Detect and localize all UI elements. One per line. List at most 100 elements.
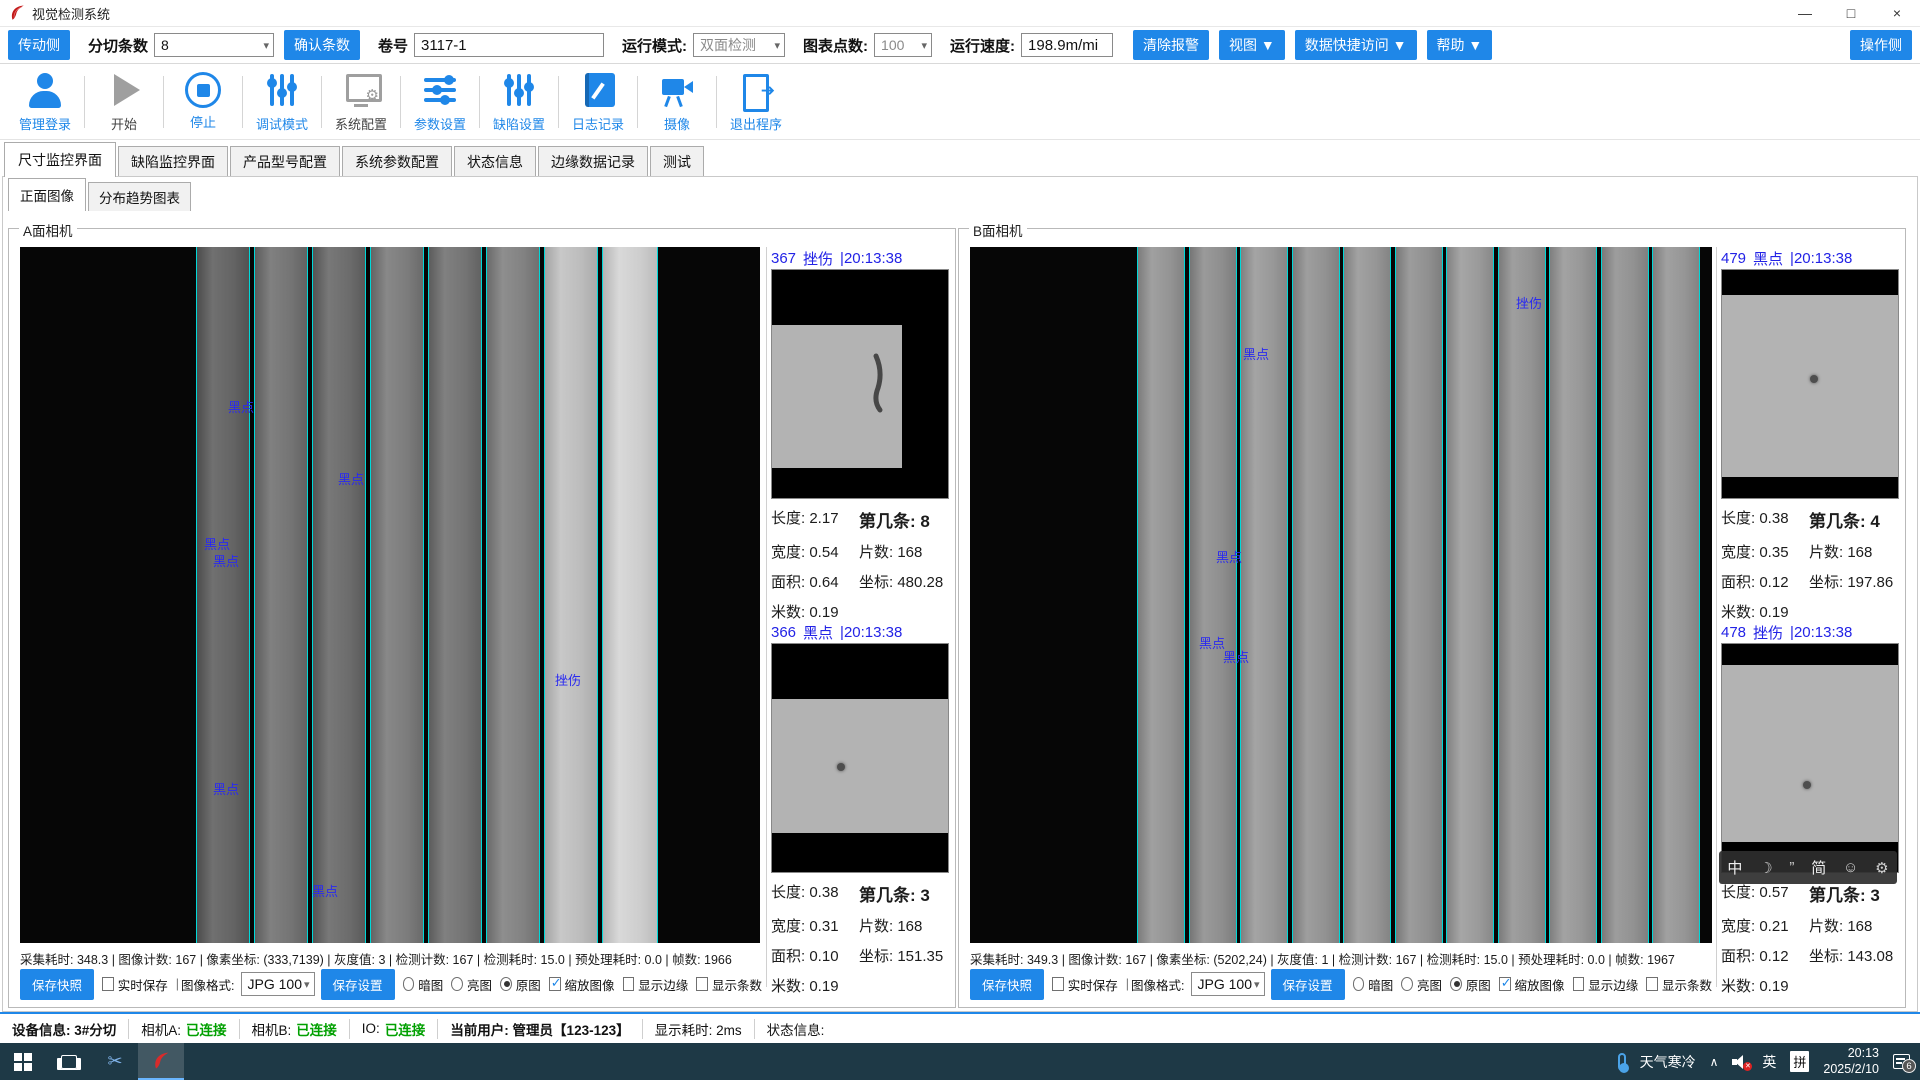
camera-a-title: A面相机 bbox=[19, 220, 77, 240]
clock[interactable]: 20:13 2025/2/10 bbox=[1823, 1046, 1879, 1077]
tab-2[interactable]: 缺陷监控界面 bbox=[118, 146, 228, 177]
toolbar-button-2[interactable]: 开始 bbox=[85, 70, 163, 133]
original-image-radio[interactable] bbox=[500, 977, 512, 991]
toolbar-button-5[interactable]: ⚙系统配置 bbox=[322, 70, 400, 133]
close-button[interactable]: × bbox=[1874, 0, 1920, 26]
tab-3[interactable]: 产品型号配置 bbox=[230, 146, 340, 177]
thermometer-icon[interactable] bbox=[1618, 1053, 1626, 1071]
help-menu-button[interactable]: 帮助 ▼ bbox=[1427, 30, 1493, 60]
defect-annotation: 黑点 bbox=[213, 779, 239, 798]
data-quick-access-button[interactable]: 数据快捷访问 ▼ bbox=[1295, 30, 1417, 60]
minimize-button[interactable]: — bbox=[1782, 0, 1828, 26]
original-image-radio[interactable] bbox=[1450, 977, 1462, 991]
tab-5[interactable]: 状态信息 bbox=[454, 146, 536, 177]
io-conn-label: IO: bbox=[362, 1021, 380, 1036]
date-text: 2025/2/10 bbox=[1823, 1062, 1879, 1078]
black-dot-mark bbox=[837, 763, 845, 771]
maximize-button[interactable]: □ bbox=[1828, 0, 1874, 26]
show-edge-checkbox[interactable] bbox=[623, 977, 635, 991]
operate-side-button[interactable]: 操作侧 bbox=[1850, 30, 1912, 60]
toolbar-button-4[interactable]: 调试模式 bbox=[243, 70, 321, 133]
zoom-image-label: 缩放图像 bbox=[1515, 975, 1565, 994]
defect-card[interactable]: 367挫伤|20:13:38 长度: 2.17 第几条: 8 宽度: 0.54 … bbox=[771, 247, 949, 622]
camera-b-title: B面相机 bbox=[969, 220, 1027, 240]
camera-a-controls: 保存快照 实时保存 | 图像格式: JPG 100 保存设置 暗图 亮图 原图 … bbox=[20, 969, 762, 999]
bright-image-label: 亮图 bbox=[1417, 975, 1442, 994]
tray-expand-icon[interactable]: ∧ bbox=[1710, 1055, 1719, 1069]
volume-muted-icon[interactable]: ✕ bbox=[1732, 1055, 1748, 1069]
show-count-checkbox[interactable] bbox=[696, 977, 708, 991]
start-button[interactable] bbox=[0, 1043, 46, 1080]
toolbar-button-6[interactable]: 参数设置 bbox=[401, 70, 479, 133]
save-settings-button[interactable]: 保存设置 bbox=[1271, 969, 1345, 1000]
defect-thumbnail bbox=[1721, 269, 1899, 499]
defect-card[interactable]: 366黑点|20:13:38 长度: 0.38 第几条: 3 宽度: 0.31 … bbox=[771, 621, 949, 996]
tab-6[interactable]: 边缘数据记录 bbox=[538, 146, 648, 177]
toolbar-button-10[interactable]: 退出程序 bbox=[717, 70, 795, 133]
task-view-button[interactable] bbox=[46, 1043, 92, 1080]
save-snapshot-button[interactable]: 保存快照 bbox=[970, 969, 1044, 1000]
ime-punctuation-icon[interactable]: ” bbox=[1789, 859, 1794, 876]
toolbar-button-7[interactable]: 缺陷设置 bbox=[480, 70, 558, 133]
camera-b-controls: 保存快照 实时保存 | 图像格式: JPG 100 保存设置 暗图 亮图 原图 … bbox=[970, 969, 1712, 999]
zoom-image-checkbox[interactable] bbox=[549, 977, 561, 991]
defect-card[interactable]: 478挫伤|20:13:38 长度: 0.57 第几条: 3 宽度: 0.21 … bbox=[1721, 621, 1899, 996]
bright-image-radio[interactable] bbox=[1401, 977, 1413, 991]
save-settings-button[interactable]: 保存设置 bbox=[321, 969, 395, 1000]
subtab-1[interactable]: 正面图像 bbox=[8, 178, 86, 211]
top-option-bar: 传动侧 分切条数 8 确认条数 卷号 3117-1 运行模式: 双面检测 图表点… bbox=[0, 27, 1920, 64]
toolbar-button-8[interactable]: 日志记录 bbox=[559, 70, 637, 133]
ime-toolbar[interactable]: 中 ☽ ” 简 ☺ ⚙ bbox=[1719, 851, 1897, 884]
current-user: 当前用户: 管理员【123-123】 bbox=[450, 1019, 629, 1039]
chart-points-select[interactable]: 100 bbox=[874, 33, 932, 57]
show-count-checkbox[interactable] bbox=[1646, 977, 1658, 991]
defect-stats: 长度: 0.38 第几条: 3 宽度: 0.31 片数: 168 面积: 0.1… bbox=[771, 873, 949, 996]
taskbar-app-snip[interactable]: ✂ bbox=[92, 1043, 138, 1080]
ime-mode-icon[interactable]: 中 bbox=[1727, 857, 1742, 878]
defect-annotation: 黑点 bbox=[338, 469, 364, 488]
dark-image-radio[interactable] bbox=[403, 977, 415, 991]
image-format-select[interactable]: JPG 100 bbox=[1191, 972, 1265, 996]
tab-4[interactable]: 系统参数配置 bbox=[342, 146, 452, 177]
camera-a-panel: A面相机 黑点黑点黑点黑点挫伤黑点黑点 采集耗时: 348.3 | 图像计数: … bbox=[8, 228, 956, 1008]
toolbar-button-label: 缺陷设置 bbox=[493, 114, 545, 133]
drive-side-button[interactable]: 传动侧 bbox=[8, 30, 70, 60]
notification-center-icon[interactable]: 6 bbox=[1893, 1054, 1910, 1069]
ime-indicator[interactable]: 拼 bbox=[1790, 1051, 1809, 1072]
weather-text[interactable]: 天气寒冷 bbox=[1640, 1052, 1696, 1072]
tab-1[interactable]: 尺寸监控界面 bbox=[4, 142, 116, 177]
ime-simplified-icon[interactable]: 简 bbox=[1811, 857, 1826, 878]
zoom-image-checkbox[interactable] bbox=[1499, 977, 1511, 991]
taskbar-app-vision-system[interactable] bbox=[138, 1043, 184, 1080]
camera-a-defect-cards: 367挫伤|20:13:38 长度: 2.17 第几条: 8 宽度: 0.54 … bbox=[766, 247, 950, 987]
save-snapshot-button[interactable]: 保存快照 bbox=[20, 969, 94, 1000]
run-mode-select[interactable]: 双面检测 bbox=[693, 33, 785, 57]
tab-7[interactable]: 测试 bbox=[650, 146, 704, 177]
image-format-select[interactable]: JPG 100 bbox=[241, 972, 315, 996]
defect-card-header: 478挫伤|20:13:38 bbox=[1721, 621, 1899, 643]
dark-image-radio[interactable] bbox=[1353, 977, 1365, 991]
run-speed-value: 198.9m/mi bbox=[1021, 33, 1113, 57]
show-edge-checkbox[interactable] bbox=[1573, 977, 1585, 991]
confirm-count-button[interactable]: 确认条数 bbox=[284, 30, 360, 60]
view-menu-button[interactable]: 视图 ▼ bbox=[1219, 30, 1285, 60]
toolbar-button-1[interactable]: 管理登录 bbox=[6, 70, 84, 133]
defect-annotation: 挫伤 bbox=[555, 670, 581, 689]
slice-count-select[interactable]: 8 bbox=[154, 33, 274, 57]
toolbar-button-3[interactable]: 停止 bbox=[164, 72, 242, 131]
realtime-save-checkbox[interactable] bbox=[102, 977, 114, 991]
ime-settings-icon[interactable]: ⚙ bbox=[1875, 859, 1888, 877]
roll-number-input[interactable]: 3117-1 bbox=[414, 33, 604, 57]
language-indicator[interactable]: 英 bbox=[1762, 1052, 1776, 1072]
subtab-2[interactable]: 分布趋势图表 bbox=[88, 182, 191, 211]
slit-strip bbox=[312, 247, 366, 943]
defect-card[interactable]: 479黑点|20:13:38 长度: 0.38 第几条: 4 宽度: 0.35 … bbox=[1721, 247, 1899, 622]
toolbar-button-9[interactable]: 摄像 bbox=[638, 70, 716, 133]
clear-alarm-button[interactable]: 清除报警 bbox=[1133, 30, 1209, 60]
defect-card-header: 367挫伤|20:13:38 bbox=[771, 247, 949, 269]
bright-image-radio[interactable] bbox=[451, 977, 463, 991]
ime-fullhalf-icon[interactable]: ☽ bbox=[1759, 859, 1772, 877]
show-count-label: 显示条数 bbox=[712, 975, 762, 994]
realtime-save-checkbox[interactable] bbox=[1052, 977, 1064, 991]
ime-emoji-icon[interactable]: ☺ bbox=[1843, 859, 1858, 876]
